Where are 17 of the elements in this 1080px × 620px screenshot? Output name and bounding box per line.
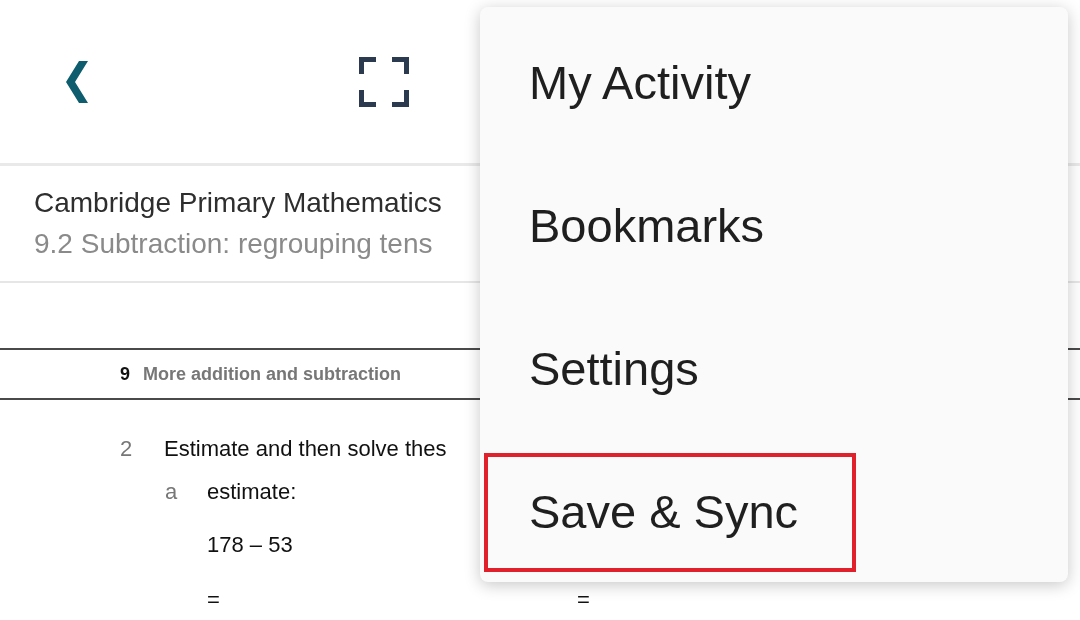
part-prompt: estimate: xyxy=(207,479,297,505)
question-number: 2 xyxy=(120,436,134,462)
menu-item[interactable]: My Activity xyxy=(480,11,1068,154)
fullscreen-icon[interactable] xyxy=(359,56,409,107)
book-title: Cambridge Primary Mathematics xyxy=(34,186,442,220)
equals-sign: = xyxy=(207,587,220,612)
question-text: Estimate and then solve thes xyxy=(164,436,447,462)
section-title: 9.2 Subtraction: regrouping tens xyxy=(34,227,433,261)
menu-item[interactable]: Settings xyxy=(480,297,1068,440)
menu-item[interactable]: Bookmarks xyxy=(480,154,1068,297)
chapter-title: More addition and subtraction xyxy=(143,363,402,385)
back-icon[interactable] xyxy=(66,60,88,103)
menu-item[interactable]: Save & Sync xyxy=(480,440,1068,583)
subtraction-expression: 178 – 53 xyxy=(207,532,293,558)
chapter-number: 9 xyxy=(120,363,130,385)
part-label: a xyxy=(165,479,179,505)
equals-sign: = xyxy=(577,587,590,612)
